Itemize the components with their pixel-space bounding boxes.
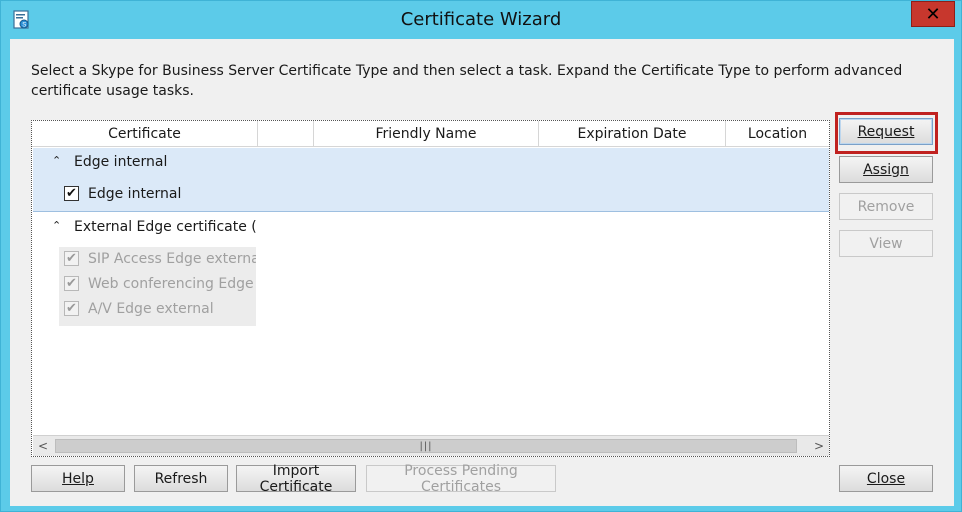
scroll-right-icon[interactable]: >	[809, 436, 829, 456]
help-button[interactable]: Help	[31, 465, 125, 492]
process-pending-certificates-button: Process Pending Certificates	[366, 462, 556, 495]
check-icon: ✔	[66, 186, 77, 201]
request-highlight-annotation	[835, 112, 938, 154]
process-pending-button-label: Process Pending Certificates	[404, 462, 518, 495]
collapse-caret-icon[interactable]: ⌃	[52, 154, 61, 167]
scroll-grip-icon: |||	[419, 440, 433, 452]
grid-header: Certificate Friendly Name Expiration Dat…	[32, 121, 829, 147]
assign-button[interactable]: Assign	[839, 156, 933, 183]
import-certificate-button-label: Import Certificate	[259, 462, 333, 495]
child-label-sip-access-edge-external: SIP Access Edge external	[88, 251, 256, 267]
column-header-expiration-date[interactable]: Expiration Date	[539, 121, 726, 147]
collapse-caret-icon[interactable]: ⌃	[52, 219, 61, 232]
check-icon: ✔	[66, 301, 77, 316]
check-icon: ✔	[66, 276, 77, 291]
checkbox-edge-internal[interactable]: ✔	[64, 186, 79, 201]
close-button-label: Close	[866, 470, 906, 487]
child-label-web-conferencing-edge: Web conferencing Edge e	[88, 276, 256, 292]
scroll-left-icon[interactable]: <	[33, 436, 53, 456]
check-icon: ✔	[66, 251, 77, 266]
refresh-button-label: Refresh	[154, 470, 208, 487]
title-bar[interactable]: S Certificate Wizard ✕	[1, 1, 961, 39]
column-header-certificate[interactable]: Certificate	[32, 121, 258, 147]
checkbox-web-conferencing-edge: ✔	[64, 276, 79, 291]
close-window-button[interactable]: ✕	[911, 1, 955, 27]
child-label-av-edge-external: A/V Edge external	[88, 301, 214, 317]
close-icon: ✕	[925, 3, 941, 25]
help-button-label: Help	[62, 470, 94, 487]
column-header-location[interactable]: Location	[726, 121, 829, 147]
view-button-label: View	[869, 235, 903, 252]
certificate-wizard-window: S Certificate Wizard ✕ Select a Skype fo…	[0, 0, 962, 512]
remove-button-label: Remove	[857, 198, 915, 215]
checkbox-av-edge-external: ✔	[64, 301, 79, 316]
import-certificate-button[interactable]: Import Certificate	[236, 462, 356, 495]
remove-button: Remove	[839, 193, 933, 220]
refresh-button[interactable]: Refresh	[134, 465, 228, 492]
horizontal-scrollbar[interactable]: < ||| >	[33, 435, 829, 456]
scroll-thumb[interactable]: |||	[55, 439, 797, 453]
child-label-edge-internal[interactable]: Edge internal	[88, 186, 181, 202]
view-button: View	[839, 230, 933, 257]
column-header-blank[interactable]	[258, 121, 314, 147]
column-header-friendly-name[interactable]: Friendly Name	[314, 121, 539, 147]
window-title: Certificate Wizard	[400, 9, 562, 30]
close-button[interactable]: Close	[839, 465, 933, 492]
group-label-external-edge[interactable]: External Edge certificate (pu	[74, 219, 256, 235]
assign-button-label: Assign	[863, 161, 909, 178]
certificate-grid[interactable]: Certificate Friendly Name Expiration Dat…	[31, 120, 830, 457]
instructions-text: Select a Skype for Business Server Certi…	[31, 63, 903, 99]
group-label-edge-internal[interactable]: Edge internal	[74, 154, 167, 170]
dialog-body: Select a Skype for Business Server Certi…	[10, 39, 954, 506]
checkbox-sip-access-edge-external: ✔	[64, 251, 79, 266]
